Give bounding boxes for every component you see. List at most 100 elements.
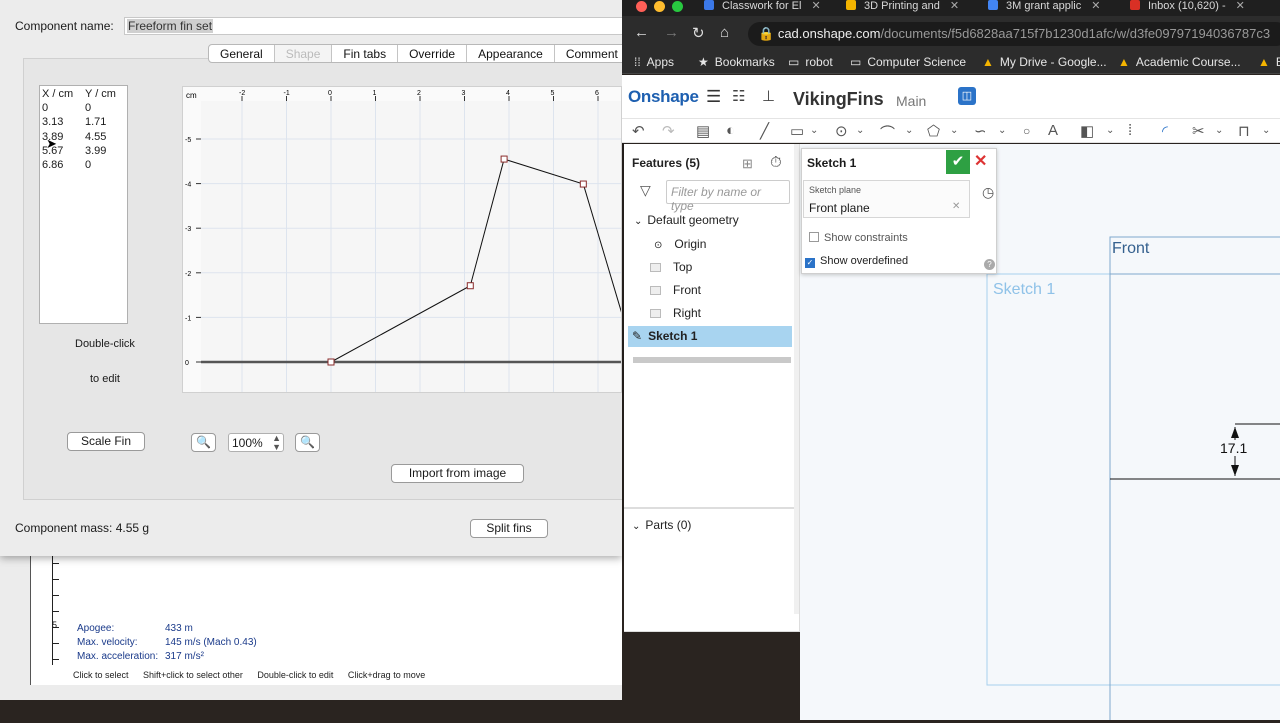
zoom-in-button[interactable]: 🔍 — [191, 433, 216, 452]
fillet-tool-icon[interactable]: ◜ — [1162, 122, 1168, 140]
close-window-icon[interactable] — [636, 1, 647, 12]
chevron-down-icon[interactable]: ⌄ — [810, 125, 818, 136]
cube-icon[interactable]: ◫ — [958, 87, 976, 105]
tab-fin-tabs[interactable]: Fin tabs — [332, 45, 399, 62]
chevron-down-icon[interactable]: ⌄ — [950, 125, 958, 136]
dimension-value[interactable]: 17.1 — [1220, 440, 1248, 456]
close-tab-icon[interactable]: ✕ — [1091, 0, 1100, 12]
tab-shape[interactable]: Shape — [274, 45, 333, 62]
filter-input[interactable]: Filter by name or type — [666, 180, 790, 213]
fin-point-handle[interactable] — [500, 155, 508, 163]
x-cell[interactable]: 3.13 — [42, 115, 85, 129]
parts-section[interactable]: ⌄ Parts (0) — [632, 518, 691, 532]
y-cell[interactable]: 4.55 — [85, 130, 106, 144]
construction-icon[interactable]: ⁞ — [1128, 122, 1132, 139]
document-title[interactable]: VikingFins — [793, 89, 884, 110]
bookmark-my-drive[interactable]: ▲ My Drive - Google... — [982, 55, 1107, 69]
x-cell[interactable]: 6.86 — [42, 158, 85, 172]
menu-icon[interactable]: ☰ — [706, 87, 721, 107]
scrollbar[interactable] — [794, 144, 799, 614]
chevron-down-icon[interactable]: ⌄ — [1262, 125, 1270, 136]
fin-shape-plot[interactable]: -2 -1 0 1 2 3 4 5 6 -5 -4 -3 -2 -1 0 cm — [182, 86, 622, 393]
text-tool-icon[interactable]: A — [1048, 122, 1058, 139]
rectangle-tool-icon[interactable]: ▭ — [790, 122, 804, 140]
maximize-window-icon[interactable] — [672, 1, 683, 12]
show-constraints-option[interactable]: Show constraints — [809, 232, 908, 244]
tab-general[interactable]: General — [209, 45, 275, 62]
sketch-plane-field[interactable]: Sketch plane Front plane ✕ — [803, 180, 970, 218]
table-row[interactable]: 3.13 1.71 — [42, 115, 125, 129]
bookmark-bookmarks[interactable]: ★ Bookmarks — [698, 55, 775, 69]
polygon-tool-icon[interactable]: ⬠ — [927, 122, 940, 140]
table-row[interactable]: 6.86 0 — [42, 158, 125, 172]
fin-point-handle[interactable] — [466, 282, 474, 290]
rollback-timer-icon[interactable]: ⏱ — [770, 154, 782, 171]
fin-point-handle[interactable] — [327, 358, 335, 366]
browser-tab[interactable]: 3M grant applic ✕ — [988, 0, 1118, 16]
filter-icon[interactable]: ▽ — [640, 182, 651, 199]
arc-tool-icon[interactable]: ⌒ — [880, 122, 895, 143]
offset-tool-icon[interactable]: ⊓ — [1238, 122, 1250, 140]
chevron-down-icon[interactable]: ⌄ — [998, 125, 1006, 136]
fin-points[interactable] — [327, 155, 622, 366]
back-icon[interactable]: ← — [634, 24, 649, 41]
chevron-down-icon[interactable]: ⌄ — [634, 216, 642, 227]
tree-item-origin[interactable]: ⊙ Origin — [654, 237, 706, 251]
bookmark-e[interactable]: ▲E — [1258, 55, 1280, 69]
reload-icon[interactable]: ↻ — [692, 24, 705, 42]
onshape-logo[interactable]: Onshape — [628, 87, 699, 107]
forward-icon[interactable]: → — [664, 24, 679, 41]
tab-override[interactable]: Override — [398, 45, 468, 62]
bookmark-apps[interactable]: ⁞⁞ Apps — [634, 55, 674, 69]
tree-item-front[interactable]: Front — [650, 283, 701, 297]
line-tool-icon[interactable]: ╱ — [760, 122, 769, 140]
help-icon[interactable]: ? — [984, 259, 995, 270]
scale-fin-button[interactable]: Scale Fin — [67, 432, 145, 451]
browser-tab[interactable]: 3D Printing and ✕ — [846, 0, 976, 16]
tree-item-top[interactable]: Top — [650, 260, 692, 274]
feature-list-icon[interactable]: ☷ — [732, 87, 745, 105]
address-bar[interactable]: 🔒 cad.onshape.com/documents/f5d6828aa715… — [748, 22, 1280, 46]
spline-tool-icon[interactable]: ∽ — [974, 122, 987, 140]
tab-appearance[interactable]: Appearance — [467, 45, 555, 62]
checkbox-checked-icon[interactable]: ✓ — [805, 258, 815, 268]
branch-label[interactable]: Main — [896, 93, 926, 109]
chevron-down-icon[interactable]: ⌄ — [856, 125, 864, 136]
chevron-down-icon[interactable]: ⌄ — [905, 125, 913, 136]
y-cell[interactable]: 0 — [85, 101, 91, 115]
add-folder-icon[interactable]: ⊞ — [742, 156, 753, 172]
zoom-select[interactable]: 100% ▲ ▼ — [228, 433, 284, 452]
rollback-bar[interactable] — [633, 357, 791, 363]
chevron-down-icon[interactable]: ⌄ — [1106, 125, 1114, 136]
clear-icon[interactable]: ✕ — [952, 201, 960, 212]
confirm-check-icon[interactable]: ✔ — [946, 150, 970, 174]
bookmark-computer-science[interactable]: ▭ Computer Science — [850, 55, 966, 69]
trim-tool-icon[interactable]: ✂ — [1192, 122, 1205, 140]
x-cell[interactable]: 0 — [42, 101, 85, 115]
chevron-down-icon[interactable]: ⌄ — [1215, 125, 1223, 136]
clipboard-icon[interactable]: ▤ — [696, 122, 710, 140]
browser-tab[interactable]: Inbox (10,620) - ✕ — [1130, 0, 1270, 16]
browser-tab[interactable]: Classwork for El ✕ — [704, 0, 829, 16]
split-fins-button[interactable]: Split fins — [470, 519, 548, 538]
tab-comment[interactable]: Comment — [555, 45, 629, 62]
import-from-image-button[interactable]: Import from image — [391, 464, 524, 483]
close-tab-icon[interactable]: ✕ — [811, 0, 820, 12]
component-name-input[interactable]: Freeform fin set — [124, 17, 624, 35]
circle-tool-icon[interactable]: ⊙ — [835, 122, 848, 140]
y-cell[interactable]: 0 — [85, 158, 91, 172]
table-row[interactable]: 00 — [42, 101, 125, 115]
home-icon[interactable]: ⌂ — [720, 24, 729, 41]
tree-item-right[interactable]: Right — [650, 306, 701, 320]
fin-point-handle[interactable] — [579, 180, 587, 188]
cancel-x-icon[interactable]: ✕ — [974, 151, 987, 171]
fin-coordinates-table[interactable]: X / cm Y / cm 00 3.13 1.71 3.89 4.55 5.67 3… — [39, 85, 128, 324]
bookmark-academic-course[interactable]: ▲ Academic Course... — [1118, 55, 1241, 69]
fin-plot-svg[interactable]: -2 -1 0 1 2 3 4 5 6 -5 -4 -3 -2 -1 0 cm — [183, 87, 622, 393]
panel-divider[interactable] — [624, 507, 800, 509]
close-tab-icon[interactable]: ✕ — [950, 0, 959, 12]
bookmark-robot[interactable]: ▭ robot — [788, 55, 833, 69]
sketch-mode-icon[interactable]: ◐ — [726, 122, 735, 139]
minimize-window-icon[interactable] — [654, 1, 665, 12]
variables-icon[interactable]: ⊥ — [762, 87, 775, 105]
